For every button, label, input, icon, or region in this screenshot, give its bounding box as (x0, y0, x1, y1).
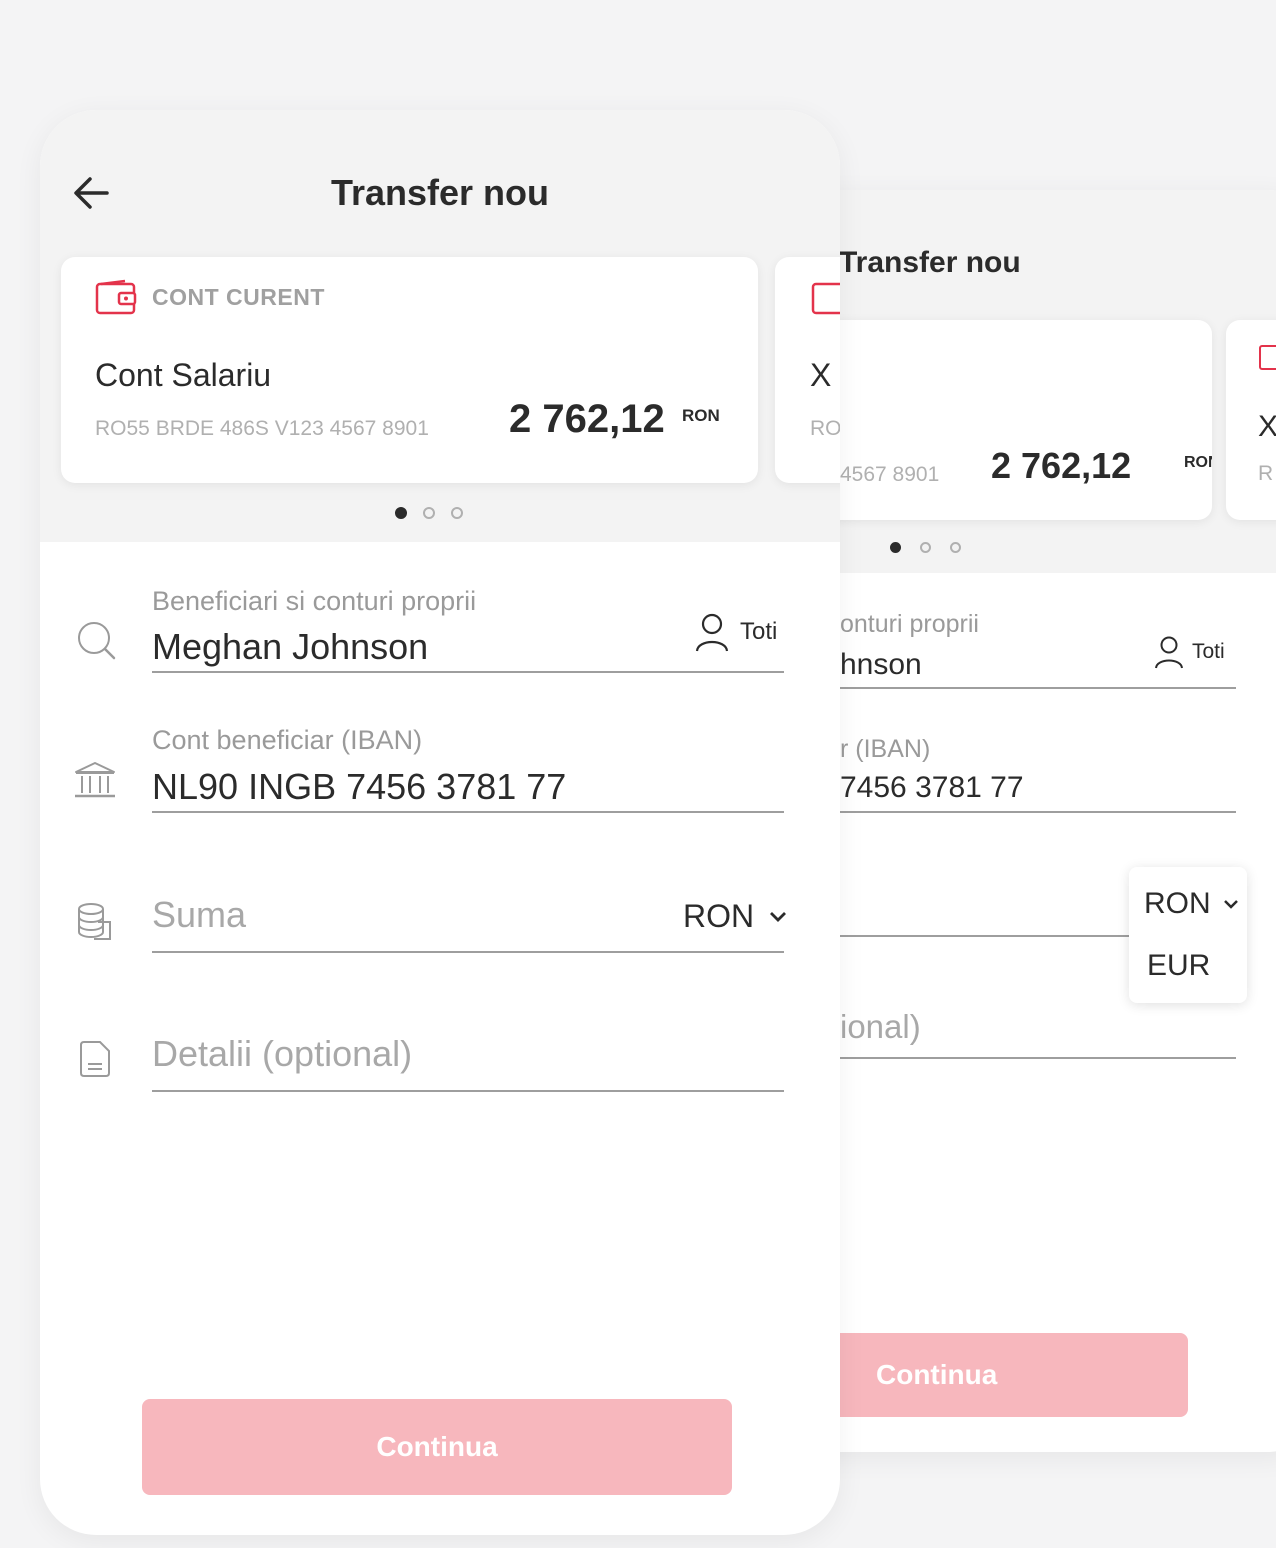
beneficiary-underline (152, 671, 784, 673)
account-name: Cont Salariu (95, 357, 272, 393)
carousel-dots (395, 507, 463, 519)
details-underline (152, 1090, 784, 1092)
iban-label: Cont beneficiar (IBAN) (152, 725, 423, 755)
currency-select-label: RON (683, 898, 755, 934)
carousel-dot[interactable] (451, 507, 463, 519)
account-card[interactable]: CONT CURENT Cont Salariu RO55 BRDE 486S … (61, 257, 758, 483)
beneficiary-input[interactable]: Meghan Johnson (152, 626, 428, 668)
wallet-icon (1258, 342, 1276, 377)
iban-underline (840, 811, 1236, 813)
user-icon (695, 613, 729, 652)
carousel-dot[interactable] (920, 542, 931, 553)
chevron-down-icon (1223, 900, 1238, 909)
continue-button[interactable]: Continua (142, 1399, 732, 1495)
currency-dropdown[interactable]: RON EUR (1129, 867, 1247, 1003)
account-card[interactable]: 4567 8901 2 762,12 RON (800, 320, 1212, 520)
beneficiary-label: onturi proprii (840, 610, 979, 638)
account-balance: 2 762,12 (509, 397, 665, 441)
beneficiary-label: Beneficiari si conturi proprii (152, 586, 477, 616)
account-iban: RO55 BRDE 486S V123 4567 8901 (95, 417, 429, 440)
details-input[interactable]: ional) (840, 1008, 921, 1046)
iban-input[interactable]: NL90 INGB 7456 3781 77 (152, 766, 566, 808)
currency-option-ron[interactable]: RON (1144, 887, 1239, 921)
carousel-dot[interactable] (395, 507, 407, 519)
iban-label: r (IBAN) (840, 735, 931, 763)
transfer-screen: Transfer nou CONT CURENT Cont Salariu RO… (40, 110, 840, 1535)
account-iban: RO (810, 417, 840, 440)
page-title: Transfer nou (330, 172, 550, 213)
carousel-dot[interactable] (890, 542, 901, 553)
carousel-dot[interactable] (950, 542, 961, 553)
account-name: X (810, 357, 832, 393)
account-iban: 4567 8901 (840, 463, 940, 486)
beneficiary-underline (840, 687, 1236, 689)
carousel-dot[interactable] (423, 507, 435, 519)
continue-button[interactable]: Continua (800, 1333, 1188, 1417)
carousel-dots (890, 542, 961, 553)
filter-all-button[interactable]: Toti (1154, 635, 1225, 669)
amount-input[interactable]: Suma (152, 894, 246, 936)
amount-underline (840, 935, 1130, 937)
currency-option-label: RON (1144, 887, 1211, 920)
account-name: X (1258, 410, 1276, 443)
beneficiary-input[interactable]: hnson (840, 648, 922, 682)
account-currency: RON (1184, 454, 1212, 471)
document-icon (78, 1040, 112, 1083)
filter-all-label: Toti (740, 618, 778, 645)
currency-option-eur[interactable]: EUR (1147, 949, 1210, 983)
bank-icon (73, 760, 117, 805)
filter-all-button[interactable]: Toti (694, 612, 777, 652)
amount-underline (152, 951, 784, 953)
details-input[interactable]: Detalii (optional) (152, 1033, 412, 1075)
page-title: Transfer nou (839, 246, 1021, 279)
iban-input[interactable]: 7456 3781 77 (840, 771, 1024, 805)
search-icon (76, 620, 118, 667)
user-icon (1155, 636, 1183, 669)
account-iban: R (1258, 462, 1274, 485)
account-type-label: CONT CURENT (152, 284, 325, 310)
iban-underline (152, 811, 784, 813)
currency-option-label: EUR (1147, 949, 1211, 982)
account-card-next[interactable]: X R (1226, 320, 1276, 520)
wallet-icon (95, 279, 137, 320)
details-underline (840, 1057, 1236, 1059)
filter-all-label: Toti (1192, 640, 1225, 663)
wallet-icon (811, 279, 840, 320)
coins-icon (76, 902, 114, 947)
account-balance: 2 762,12 (991, 445, 1132, 486)
currency-select[interactable]: RON (683, 898, 788, 935)
account-currency: RON (682, 406, 720, 425)
chevron-down-icon (770, 911, 787, 922)
account-card-next[interactable]: X RO (775, 257, 840, 483)
